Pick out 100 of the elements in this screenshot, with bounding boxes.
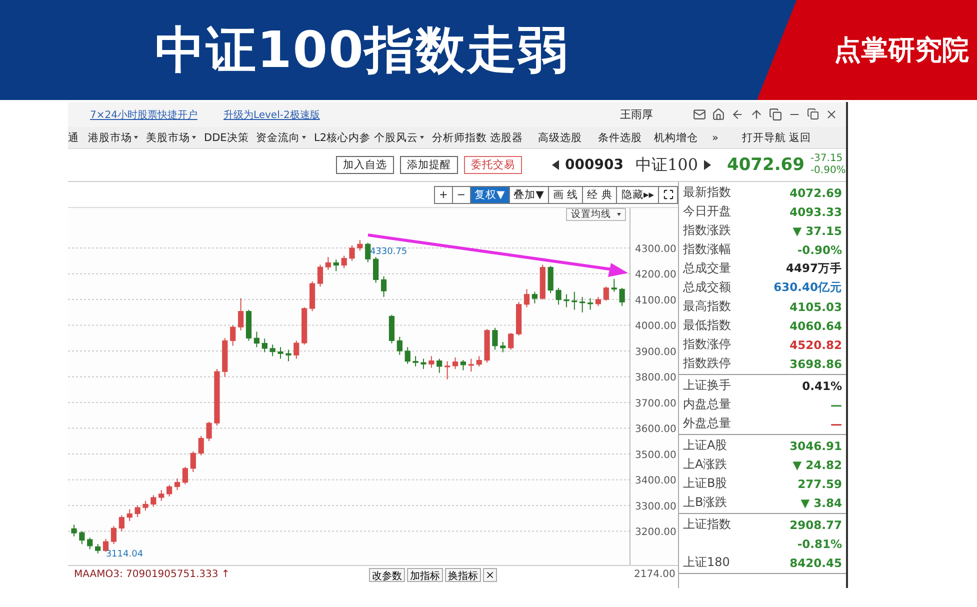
chart-tool-button[interactable]: + (434, 186, 453, 204)
menu-item[interactable]: 选股器 (490, 130, 538, 144)
fullscreen-button[interactable] (658, 186, 678, 204)
candlestick (87, 537, 93, 550)
stat-label: 指数涨幅 (683, 241, 731, 258)
candlestick (508, 332, 514, 350)
menu-item[interactable]: 个股风云 (374, 130, 432, 144)
menu-item[interactable]: 返回 (789, 130, 817, 144)
user-name: 王雨厚 (620, 107, 653, 122)
chart-tool-button[interactable]: 经 典 (582, 186, 618, 204)
axis-tick-label: 4100.00 (635, 296, 676, 306)
back-arrow-icon[interactable] (731, 108, 744, 121)
candlestick (262, 338, 268, 353)
up-arrow-icon[interactable] (750, 108, 763, 121)
candlestick (110, 526, 117, 545)
candlestick (190, 450, 196, 473)
candlestick (158, 490, 164, 502)
candlestick (333, 259, 339, 272)
menu-item[interactable]: 分析师指数 (432, 130, 490, 144)
action-button[interactable]: 委托交易 (464, 156, 522, 174)
candlestick (278, 346, 284, 360)
candlestick (238, 298, 244, 331)
axis-tick-label: 3300.00 (635, 502, 676, 512)
candlestick (294, 340, 300, 360)
menu-item[interactable]: 资金流向 (256, 130, 314, 144)
candlestick (150, 494, 156, 508)
candlestick (380, 276, 387, 298)
menu-item[interactable]: 机构增仓 (654, 130, 712, 144)
menu-item[interactable]: 打开导航 (742, 130, 789, 144)
home-icon[interactable] (712, 108, 725, 121)
candlestick (317, 264, 324, 288)
price-marker: 3114.04 (106, 549, 144, 560)
candlestick (595, 296, 602, 306)
candlestick (286, 349, 292, 362)
axis-tick-label: 3900.00 (635, 347, 676, 358)
stat-value: — (830, 416, 842, 430)
menu-item[interactable]: 通 (68, 130, 88, 144)
restore-icon[interactable] (807, 108, 819, 120)
candlestick (118, 514, 124, 532)
candlestick (428, 356, 434, 368)
ma-setting-dropdown[interactable]: 设置均线 (566, 208, 626, 221)
stat-label: 今日开盘 (683, 203, 731, 220)
stat-label: 指数跌停 (683, 355, 731, 372)
candlestick (492, 327, 498, 350)
menu-item[interactable]: 美股市场 (146, 130, 204, 144)
candlestick (611, 278, 617, 292)
caret-icon (617, 213, 621, 216)
stat-label: 上证B股 (683, 475, 728, 492)
candlestick (198, 435, 204, 456)
chart-tool-button[interactable]: 叠加▼ (508, 186, 549, 204)
candlestick (420, 358, 426, 370)
promo-link[interactable]: 升级为Level-2极速版 (223, 108, 320, 122)
menu-item[interactable]: DDE决策 (204, 130, 256, 144)
candlestick (580, 296, 586, 313)
action-button[interactable]: 添加提醒 (400, 156, 458, 174)
candlestick (396, 336, 402, 356)
stat-value: 630.40亿元 (774, 280, 842, 295)
indicator-button[interactable]: 加指标 (406, 568, 443, 582)
stat-value: 4520.82 (790, 338, 842, 352)
axis-tick-label: 3800.00 (635, 372, 676, 384)
candlestick (572, 291, 578, 310)
close-icon[interactable] (825, 108, 838, 121)
candlestick (373, 256, 379, 284)
menu-item[interactable]: 高级选股 (538, 130, 598, 144)
stat-value: 4060.64 (790, 318, 842, 332)
candlestick (325, 256, 331, 270)
axis-tick-label: 3600.00 (635, 424, 676, 436)
candlestick (134, 504, 140, 518)
axis-tick-label: 3700.00 (635, 398, 676, 410)
stat-value: 4105.03 (790, 300, 842, 314)
indicator-button[interactable]: 换指标 (444, 568, 481, 582)
candlestick (182, 466, 188, 485)
indicator-button[interactable]: 改参数 (368, 568, 405, 582)
mail-icon[interactable] (693, 108, 706, 121)
window-icon[interactable] (769, 108, 782, 121)
candlestick (524, 288, 530, 308)
candlestick (556, 287, 562, 306)
price-marker: 4330.75 (370, 247, 408, 258)
stat-value: 0.41% (802, 378, 842, 392)
previous-icon[interactable] (552, 160, 559, 170)
menu-item[interactable]: » (712, 132, 742, 144)
menu-item[interactable]: 条件选股 (598, 130, 654, 144)
axis-tick-label: 3500.00 (635, 450, 676, 461)
stat-label: 指数涨跌 (683, 222, 731, 239)
chart-tool-button[interactable]: 复权▼ (470, 186, 510, 204)
stat-label: 总成交量 (683, 260, 731, 277)
chart-tool-button[interactable]: 画 线 (548, 186, 584, 204)
next-icon[interactable] (704, 160, 711, 170)
chart-tool-button[interactable]: 隐藏▸▸ (616, 186, 659, 204)
menu-item[interactable]: L2核心内参 (314, 130, 374, 144)
index-name: 中证100 (635, 154, 698, 176)
stat-value: ▼ 24.82 (792, 458, 842, 472)
close-button[interactable] (482, 568, 497, 582)
axis-tick-label: 2174.00 (634, 569, 676, 580)
promo-link[interactable]: 7×24小时股票快捷开户 (90, 108, 198, 122)
menu-item[interactable]: 港股市场 (88, 130, 146, 144)
candlestick (95, 544, 101, 554)
chart-tool-button[interactable]: − (452, 186, 471, 204)
stat-value: 4093.33 (790, 204, 842, 218)
action-button[interactable]: 加入自选 (336, 156, 394, 174)
